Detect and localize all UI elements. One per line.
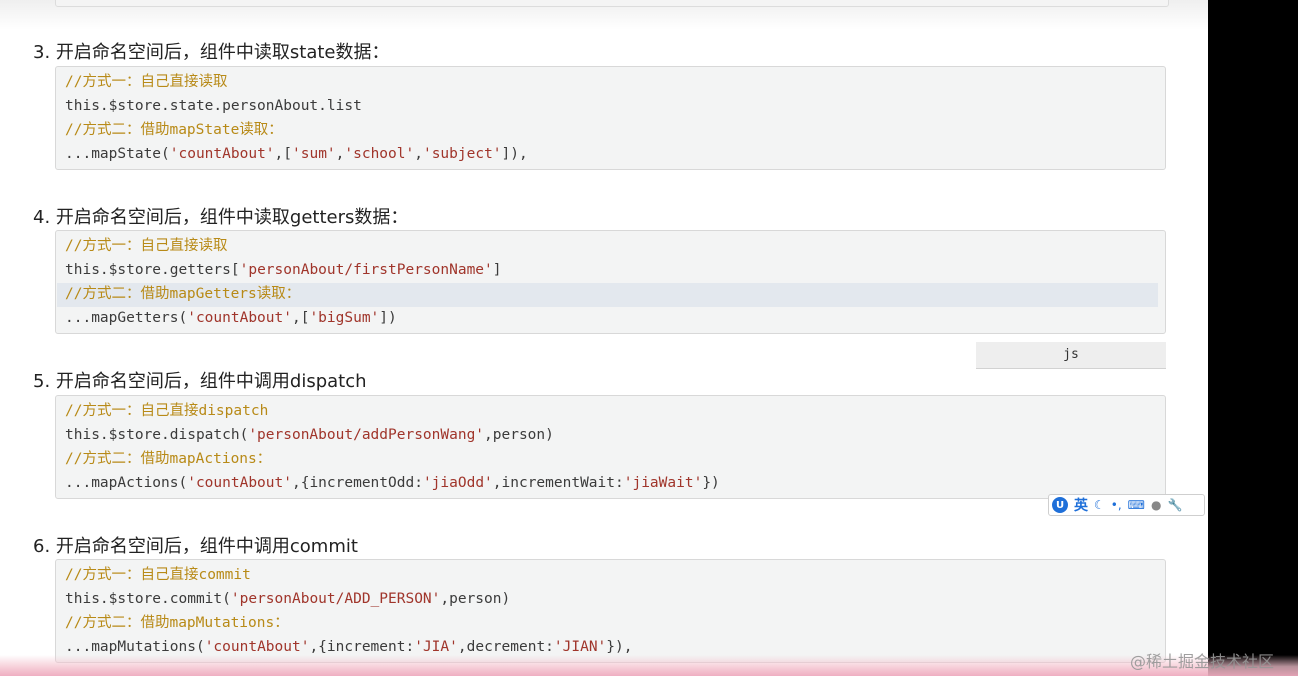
- previous-code-block: [55, 0, 1169, 7]
- code-comment: //方式二：借助mapMutations：: [65, 615, 289, 631]
- code-text: }),: [606, 639, 633, 655]
- code-text: ,{incrementOdd:: [291, 475, 423, 491]
- code-string: 'sum': [292, 146, 336, 162]
- code-line: //方式一：自己直接读取: [65, 71, 227, 93]
- code-line: //方式一：自己直接dispatch: [65, 400, 268, 422]
- code-line: ...mapState('countAbout',['sum','school'…: [65, 143, 528, 165]
- code-text: ,person): [484, 427, 554, 443]
- code-block: //方式一：自己直接读取 this.$store.getters['person…: [55, 230, 1166, 334]
- code-text: ,: [414, 146, 423, 162]
- ime-logo-icon[interactable]: U: [1052, 497, 1068, 513]
- code-comment: //方式一：自己直接commit: [65, 567, 251, 583]
- code-block: //方式一：自己直接dispatch this.$store.dispatch(…: [55, 395, 1166, 499]
- code-text: ,{increment:: [309, 639, 415, 655]
- watermark: @稀土掘金技术社区: [1130, 652, 1275, 671]
- code-text: ,person): [440, 591, 511, 607]
- code-text: ]),: [501, 146, 528, 162]
- code-text: ...mapGetters(: [65, 310, 188, 326]
- code-block: //方式一：自己直接读取 this.$store.state.personAbo…: [55, 66, 1166, 170]
- user-icon[interactable]: ●: [1151, 498, 1161, 512]
- code-string: 'jiaOdd': [422, 475, 493, 491]
- code-line: //方式二：借助mapGetters读取：: [65, 283, 300, 305]
- code-line: this.$store.dispatch('personAbout/addPer…: [65, 424, 554, 446]
- code-comment: //方式二：借助mapGetters读取：: [65, 286, 301, 302]
- code-string: 'personAbout/firstPersonName': [239, 262, 493, 278]
- code-line: //方式一：自己直接读取: [65, 235, 227, 257]
- code-text: ,[: [274, 146, 292, 162]
- code-line: this.$store.state.personAbout.list: [65, 95, 362, 117]
- code-text: this.$store.getters[: [65, 262, 240, 278]
- code-line: ...mapGetters('countAbout',['bigSum']): [65, 307, 397, 329]
- code-string: 'countAbout': [169, 146, 275, 162]
- code-block: //方式一：自己直接commit this.$store.commit('per…: [55, 559, 1166, 663]
- code-text: this.$store.state.personAbout.list: [65, 98, 362, 114]
- code-line: ...mapActions('countAbout',{incrementOdd…: [65, 472, 720, 494]
- code-string: 'jiaWait': [623, 475, 703, 491]
- code-comment: //方式一：自己直接dispatch: [65, 403, 269, 419]
- code-comment: //方式二：借助mapActions：: [65, 451, 272, 467]
- code-string: 'JIAN': [553, 639, 607, 655]
- keyboard-icon[interactable]: ⌨: [1128, 498, 1145, 512]
- code-text: ]): [379, 310, 397, 326]
- code-text: ...mapActions(: [65, 475, 188, 491]
- code-string: 'countAbout': [187, 475, 292, 491]
- code-comment: //方式一：自己直接读取: [65, 238, 228, 254]
- code-line: //方式二：借助mapState读取：: [65, 119, 283, 141]
- section-heading: 3. 开启命名空间后，组件中读取state数据：: [33, 42, 390, 63]
- code-line: //方式二：借助mapMutations：: [65, 612, 289, 634]
- code-text: ,decrement:: [457, 639, 554, 655]
- section-heading: 4. 开启命名空间后，组件中读取getters数据：: [33, 207, 409, 228]
- code-string: 'countAbout': [204, 639, 310, 655]
- ime-toolbar[interactable]: U 英 ☾ •, ⌨ ● 🔧: [1048, 494, 1205, 516]
- code-line: //方式一：自己直接commit: [65, 564, 251, 586]
- code-string: 'countAbout': [187, 310, 292, 326]
- code-text: }): [702, 475, 720, 491]
- code-text: this.$store.dispatch(: [65, 427, 249, 443]
- code-line: //方式二：借助mapActions：: [65, 448, 271, 470]
- section-heading: 6. 开启命名空间后，组件中调用commit: [33, 536, 358, 557]
- punctuation-icon[interactable]: •,: [1111, 498, 1122, 512]
- code-text: this.$store.commit(: [65, 591, 231, 607]
- code-string: 'bigSum': [309, 310, 380, 326]
- code-text: ...mapState(: [65, 146, 170, 162]
- code-comment: //方式二：借助mapState读取：: [65, 122, 283, 138]
- code-text: ]: [492, 262, 502, 278]
- pink-overlay: [0, 655, 1298, 676]
- code-text: ...mapMutations(: [65, 639, 205, 655]
- code-string: 'JIA': [414, 639, 458, 655]
- code-line: this.$store.getters['personAbout/firstPe…: [65, 259, 502, 281]
- code-string: 'personAbout/addPersonWang': [248, 427, 485, 443]
- code-string: 'personAbout/ADD_PERSON': [230, 591, 441, 607]
- code-comment: //方式一：自己直接读取: [65, 74, 228, 90]
- code-language-label[interactable]: js: [976, 342, 1166, 369]
- ime-mode-toggle[interactable]: 英: [1074, 495, 1088, 515]
- code-text: ,incrementWait:: [492, 475, 624, 491]
- screen-edge: [1208, 0, 1298, 676]
- section-heading: 5. 开启命名空间后，组件中调用dispatch: [33, 371, 367, 392]
- code-string: 'subject': [422, 146, 502, 162]
- moon-icon[interactable]: ☾: [1094, 498, 1105, 512]
- code-text: ,[: [291, 310, 310, 326]
- code-line: this.$store.commit('personAbout/ADD_PERS…: [65, 588, 510, 610]
- wrench-icon[interactable]: 🔧: [1167, 498, 1182, 512]
- code-string: 'school': [344, 146, 415, 162]
- document-page: 3. 开启命名空间后，组件中读取state数据： //方式一：自己直接读取 th…: [0, 0, 1208, 676]
